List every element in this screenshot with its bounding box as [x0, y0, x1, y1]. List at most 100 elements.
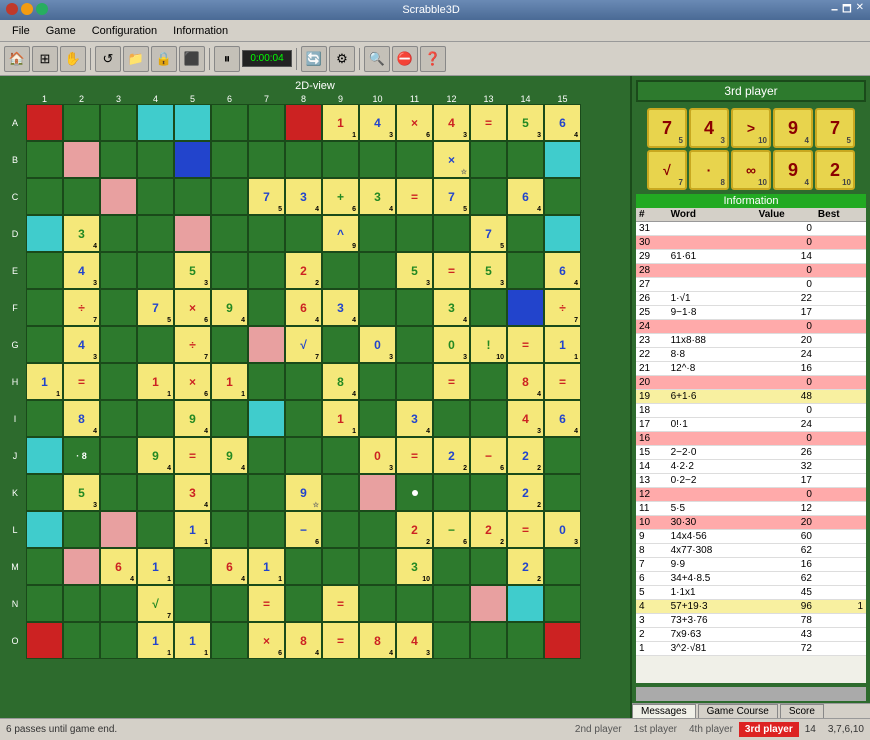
cell-I10[interactable]	[359, 400, 396, 437]
cell-I9[interactable]: 11	[322, 400, 359, 437]
cell-D8[interactable]	[285, 215, 322, 252]
cell-C3[interactable]	[100, 178, 137, 215]
tile-7-5[interactable]: 75	[647, 108, 687, 148]
cell-B3[interactable]	[100, 141, 137, 178]
cell-O10[interactable]: 84	[359, 622, 396, 659]
cell-H5[interactable]: ×6	[174, 363, 211, 400]
menu-file[interactable]: File	[4, 23, 38, 39]
cell-L10[interactable]	[359, 511, 396, 548]
help-icon[interactable]: ❓	[420, 46, 446, 72]
cell-L11[interactable]: 22	[396, 511, 433, 548]
cell-E7[interactable]	[248, 252, 285, 289]
cell-D12[interactable]	[433, 215, 470, 252]
cell-E10[interactable]	[359, 252, 396, 289]
cell-A13[interactable]: =	[470, 104, 507, 141]
cell-B13[interactable]	[470, 141, 507, 178]
cell-E12[interactable]: =	[433, 252, 470, 289]
cell-C15[interactable]	[544, 178, 581, 215]
cell-I13[interactable]	[470, 400, 507, 437]
cell-N5[interactable]	[174, 585, 211, 622]
cell-G14[interactable]: =	[507, 326, 544, 363]
cell-A8[interactable]	[285, 104, 322, 141]
cell-G8[interactable]: √7	[285, 326, 322, 363]
cell-D10[interactable]	[359, 215, 396, 252]
cell-I3[interactable]	[100, 400, 137, 437]
cell-F11[interactable]	[396, 289, 433, 326]
cell-O8[interactable]: 84	[285, 622, 322, 659]
cell-C9[interactable]: +6	[322, 178, 359, 215]
cell-L15[interactable]: 03	[544, 511, 581, 548]
cell-L3[interactable]	[100, 511, 137, 548]
cell-A3[interactable]	[100, 104, 137, 141]
cell-N11[interactable]	[396, 585, 433, 622]
cell-E2[interactable]: 43	[63, 252, 100, 289]
cell-F8[interactable]: 64	[285, 289, 322, 326]
cell-L12[interactable]: −6	[433, 511, 470, 548]
cell-I4[interactable]	[137, 400, 174, 437]
grid-icon[interactable]: ⊞	[32, 46, 58, 72]
cell-A9[interactable]: 11	[322, 104, 359, 141]
cell-L1[interactable]	[26, 511, 63, 548]
cell-M12[interactable]	[433, 548, 470, 585]
cell-J5[interactable]: =	[174, 437, 211, 474]
info-table[interactable]: # Word Value Best 3103002961·61142802702…	[636, 208, 866, 683]
cell-K5[interactable]: 34	[174, 474, 211, 511]
cell-I15[interactable]: 64	[544, 400, 581, 437]
cell-N1[interactable]	[26, 585, 63, 622]
cell-M13[interactable]	[470, 548, 507, 585]
cell-N7[interactable]: =	[248, 585, 285, 622]
min-btn[interactable]	[21, 3, 33, 15]
cell-H12[interactable]: =	[433, 363, 470, 400]
cell-E3[interactable]	[100, 252, 137, 289]
cell-N2[interactable]	[63, 585, 100, 622]
player-2nd[interactable]: 2nd player	[569, 722, 628, 737]
cell-F9[interactable]: 34	[322, 289, 359, 326]
cell-J8[interactable]	[285, 437, 322, 474]
cell-K2[interactable]: 53	[63, 474, 100, 511]
cell-I6[interactable]	[211, 400, 248, 437]
cell-G5[interactable]: ÷7	[174, 326, 211, 363]
cell-M10[interactable]	[359, 548, 396, 585]
cell-L2[interactable]	[63, 511, 100, 548]
cell-A1[interactable]	[26, 104, 63, 141]
cell-J3[interactable]	[100, 437, 137, 474]
cell-K8[interactable]: 9☆	[285, 474, 322, 511]
new-game-icon[interactable]: 🏠	[4, 46, 30, 72]
cell-A12[interactable]: 43	[433, 104, 470, 141]
cell-C14[interactable]: 64	[507, 178, 544, 215]
cell-L14[interactable]: =	[507, 511, 544, 548]
cell-F6[interactable]: 94	[211, 289, 248, 326]
cell-B4[interactable]	[137, 141, 174, 178]
cell-B15[interactable]	[544, 141, 581, 178]
cell-D4[interactable]	[137, 215, 174, 252]
cell-G13[interactable]: !10	[470, 326, 507, 363]
cell-E1[interactable]	[26, 252, 63, 289]
close-btn[interactable]	[6, 3, 18, 15]
cell-A2[interactable]	[63, 104, 100, 141]
cell-I12[interactable]	[433, 400, 470, 437]
cell-J7[interactable]	[248, 437, 285, 474]
cell-H6[interactable]: 11	[211, 363, 248, 400]
cell-G4[interactable]	[137, 326, 174, 363]
cell-A5[interactable]	[174, 104, 211, 141]
cell-J9[interactable]	[322, 437, 359, 474]
cell-G7[interactable]	[248, 326, 285, 363]
cell-M15[interactable]	[544, 548, 581, 585]
settings-icon[interactable]: ⚙	[329, 46, 355, 72]
win-max-icon[interactable]: 🗖	[842, 2, 852, 19]
scrollbar[interactable]	[636, 687, 866, 701]
cell-D7[interactable]	[248, 215, 285, 252]
cell-F3[interactable]	[100, 289, 137, 326]
cell-G10[interactable]: 03	[359, 326, 396, 363]
cell-C7[interactable]: 75	[248, 178, 285, 215]
cell-D3[interactable]	[100, 215, 137, 252]
cell-H4[interactable]: 11	[137, 363, 174, 400]
cell-K9[interactable]	[322, 474, 359, 511]
tab-messages[interactable]: Messages	[632, 704, 696, 718]
cell-C11[interactable]: =	[396, 178, 433, 215]
cell-N8[interactable]	[285, 585, 322, 622]
cell-G6[interactable]	[211, 326, 248, 363]
stop-icon[interactable]: ⛔	[392, 46, 418, 72]
cell-M11[interactable]: 310	[396, 548, 433, 585]
cell-D2[interactable]: 34	[63, 215, 100, 252]
